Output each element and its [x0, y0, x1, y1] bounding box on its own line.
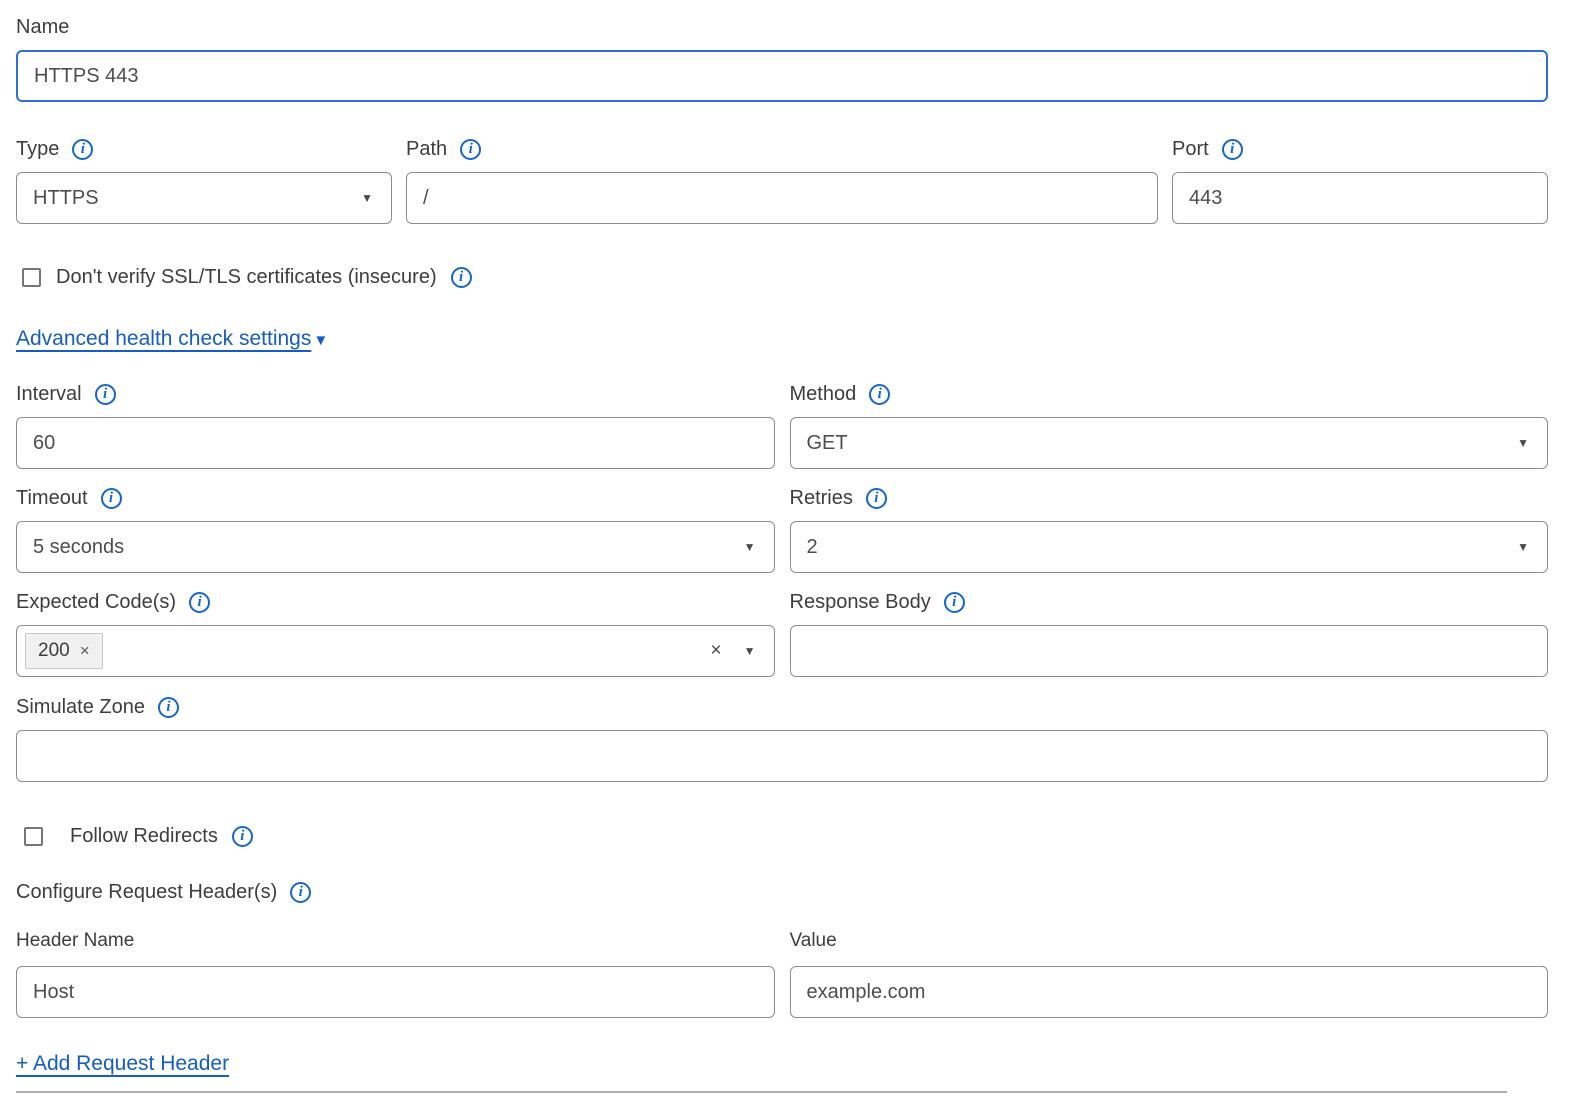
method-field-group: Method i GET ▼ [790, 383, 1549, 469]
expected-codes-multiselect[interactable]: 200 × × ▼ [16, 625, 775, 677]
codes-body-row: Expected Code(s) i 200 × × ▼ Response Bo… [16, 591, 1548, 677]
type-field-group: Type i HTTPS ▼ [16, 138, 392, 224]
code-tag-value: 200 [38, 640, 70, 662]
method-info-icon[interactable]: i [869, 384, 890, 405]
ssl-verify-info-icon[interactable]: i [451, 267, 472, 288]
method-label-text: Method [790, 383, 857, 406]
retries-label: Retries i [790, 487, 1549, 510]
chevron-down-icon: ▼ [744, 541, 756, 553]
add-header-row: + Add Request Header [16, 1052, 1548, 1076]
path-label-text: Path [406, 138, 447, 161]
response-body-field-group: Response Body i [790, 591, 1549, 677]
expected-codes-info-icon[interactable]: i [189, 592, 210, 613]
type-select[interactable]: HTTPS ▼ [16, 172, 392, 224]
ssl-verify-label: Don't verify SSL/TLS certificates (insec… [56, 266, 437, 289]
expected-codes-label: Expected Code(s) i [16, 591, 775, 614]
request-headers-section-label: Configure Request Header(s) i [16, 881, 1548, 904]
expected-codes-field-group: Expected Code(s) i 200 × × ▼ [16, 591, 775, 677]
name-label-text: Name [16, 16, 69, 39]
port-label: Port i [1172, 138, 1548, 161]
interval-label: Interval i [16, 383, 775, 406]
simulate-zone-info-icon[interactable]: i [158, 697, 179, 718]
chevron-down-icon: ▼ [1517, 541, 1529, 553]
remove-tag-icon[interactable]: × [80, 641, 90, 661]
header-name-label-text: Header Name [16, 930, 134, 952]
timeout-info-icon[interactable]: i [101, 488, 122, 509]
response-body-label-text: Response Body [790, 591, 931, 614]
ssl-verify-row: Don't verify SSL/TLS certificates (insec… [16, 266, 1548, 289]
chevron-down-icon[interactable]: ▼ [744, 645, 756, 657]
port-field-group: Port i [1172, 138, 1548, 224]
interval-method-row: Interval i Method i GET ▼ [16, 383, 1548, 469]
method-select[interactable]: GET ▼ [790, 417, 1549, 469]
simulate-zone-label-text: Simulate Zone [16, 696, 145, 719]
ssl-verify-checkbox[interactable] [22, 268, 41, 287]
type-path-port-row: Type i HTTPS ▼ Path i Port i [16, 138, 1548, 224]
retries-label-text: Retries [790, 487, 853, 510]
follow-redirects-row: Follow Redirects i [16, 825, 1548, 848]
header-name-input[interactable] [16, 966, 775, 1018]
header-value-column-label: Value [790, 930, 1549, 952]
retries-select-value: 2 [807, 536, 818, 559]
request-headers-label-text: Configure Request Header(s) [16, 881, 277, 904]
name-label: Name [16, 16, 1548, 39]
interval-input[interactable] [16, 417, 775, 469]
header-name-field-group: Header Name [16, 930, 775, 1018]
path-field-group: Path i [406, 138, 1158, 224]
port-input[interactable] [1172, 172, 1548, 224]
chevron-down-icon: ▼ [361, 192, 373, 204]
port-info-icon[interactable]: i [1222, 139, 1243, 160]
clear-all-icon[interactable]: × [711, 640, 722, 662]
timeout-select[interactable]: 5 seconds ▼ [16, 521, 775, 573]
timeout-label: Timeout i [16, 487, 775, 510]
interval-info-icon[interactable]: i [95, 384, 116, 405]
advanced-settings-toggle-row: Advanced health check settings▼ [16, 327, 1548, 351]
path-input[interactable] [406, 172, 1158, 224]
type-label: Type i [16, 138, 392, 161]
name-input[interactable] [16, 50, 1548, 102]
timeout-label-text: Timeout [16, 487, 88, 510]
advanced-settings-link[interactable]: Advanced health check settings [16, 327, 311, 350]
name-field-group: Name [16, 16, 1548, 102]
header-row: Header Name Value [16, 930, 1548, 1018]
simulate-zone-input[interactable] [16, 730, 1548, 782]
path-label: Path i [406, 138, 1158, 161]
health-check-form: Name Type i HTTPS ▼ Path i Port i [0, 0, 1570, 1093]
retries-field-group: Retries i 2 ▼ [790, 487, 1549, 573]
expected-codes-label-text: Expected Code(s) [16, 591, 176, 614]
section-divider [16, 1091, 1507, 1093]
add-request-header-link[interactable]: + Add Request Header [16, 1052, 229, 1075]
header-value-input[interactable] [790, 966, 1549, 1018]
port-label-text: Port [1172, 138, 1209, 161]
type-select-value: HTTPS [33, 187, 99, 210]
simulate-zone-field-group: Simulate Zone i [16, 696, 1548, 782]
type-info-icon[interactable]: i [72, 139, 93, 160]
chevron-down-icon: ▼ [1517, 437, 1529, 449]
method-select-value: GET [807, 432, 848, 455]
type-label-text: Type [16, 138, 59, 161]
follow-redirects-label: Follow Redirects [70, 825, 218, 848]
response-body-input[interactable] [790, 625, 1549, 677]
interval-field-group: Interval i [16, 383, 775, 469]
timeout-field-group: Timeout i 5 seconds ▼ [16, 487, 775, 573]
method-label: Method i [790, 383, 1549, 406]
simulate-zone-label: Simulate Zone i [16, 696, 1548, 719]
code-tag: 200 × [25, 633, 103, 669]
follow-redirects-checkbox[interactable] [24, 827, 43, 846]
retries-info-icon[interactable]: i [866, 488, 887, 509]
path-info-icon[interactable]: i [460, 139, 481, 160]
retries-select[interactable]: 2 ▼ [790, 521, 1549, 573]
header-value-field-group: Value [790, 930, 1549, 1018]
response-body-label: Response Body i [790, 591, 1549, 614]
chevron-down-icon: ▼ [313, 332, 328, 349]
timeout-select-value: 5 seconds [33, 536, 124, 559]
response-body-info-icon[interactable]: i [944, 592, 965, 613]
follow-redirects-info-icon[interactable]: i [232, 826, 253, 847]
header-value-label-text: Value [790, 930, 837, 952]
timeout-retries-row: Timeout i 5 seconds ▼ Retries i 2 ▼ [16, 487, 1548, 573]
request-headers-info-icon[interactable]: i [290, 882, 311, 903]
header-name-column-label: Header Name [16, 930, 775, 952]
interval-label-text: Interval [16, 383, 82, 406]
